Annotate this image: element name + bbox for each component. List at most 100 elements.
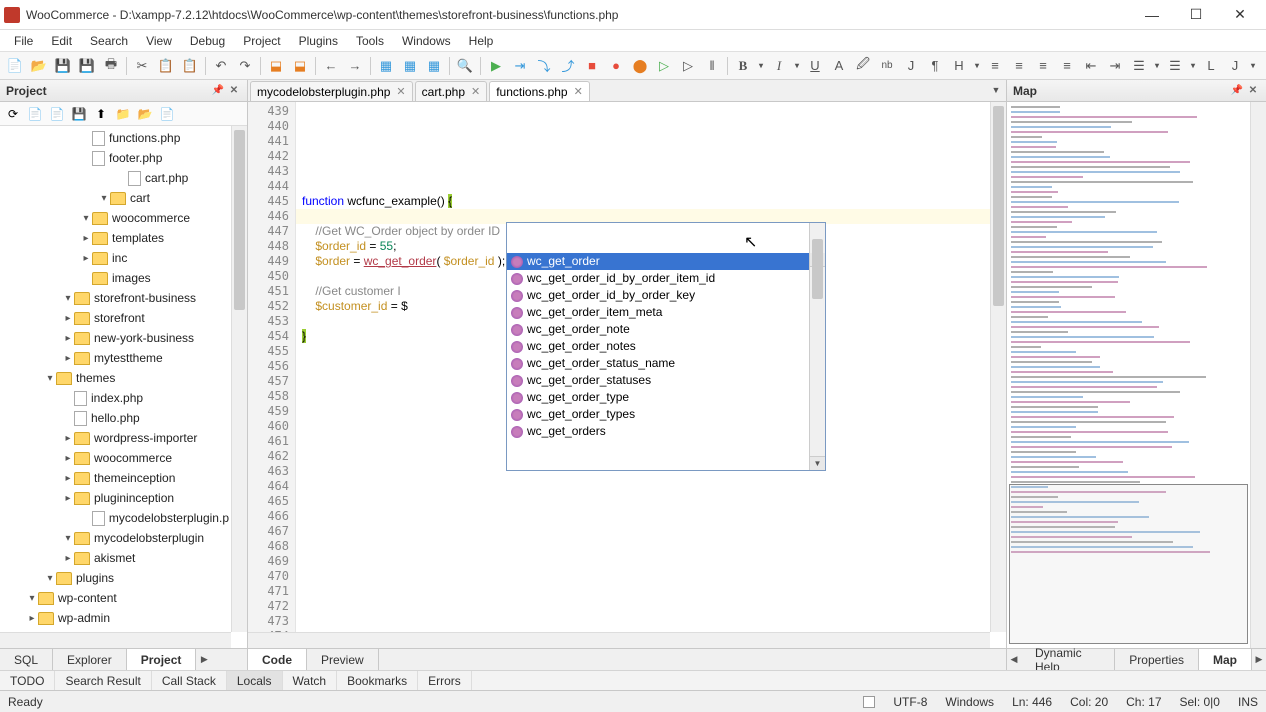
sec-tab-call-stack[interactable]: Call Stack bbox=[152, 671, 227, 690]
stop-icon[interactable]: ■ bbox=[581, 55, 603, 77]
tree-item[interactable]: ▾themes bbox=[0, 368, 247, 388]
menu-help[interactable]: Help bbox=[461, 32, 502, 50]
tree-item[interactable]: ▾mycodelobsterplugin bbox=[0, 528, 247, 548]
doc-icon[interactable]: 📄 bbox=[26, 105, 44, 123]
sec-tab-watch[interactable]: Watch bbox=[283, 671, 338, 690]
underline-icon[interactable]: U bbox=[804, 55, 826, 77]
expand-icon[interactable]: ▾ bbox=[62, 533, 74, 544]
autocomplete-item[interactable]: wc_get_order bbox=[507, 253, 825, 270]
tab-close-icon[interactable]: ✕ bbox=[396, 85, 405, 98]
bottom-tab-project[interactable]: Project bbox=[127, 649, 197, 670]
search-icon[interactable]: 🔍 bbox=[454, 55, 476, 77]
menu-view[interactable]: View bbox=[138, 32, 180, 50]
tree-item[interactable]: mycodelobsterplugin.p bbox=[0, 508, 247, 528]
align-right-icon[interactable]: ≡ bbox=[1032, 55, 1054, 77]
step-over-icon[interactable]: ⇥ bbox=[509, 55, 531, 77]
tree-item[interactable]: ▾woocommerce bbox=[0, 208, 247, 228]
expand-icon[interactable]: ▸ bbox=[26, 613, 38, 624]
expand-icon[interactable]: ▾ bbox=[98, 193, 110, 204]
expand-icon[interactable]: ▸ bbox=[62, 433, 74, 444]
tab-close-icon[interactable]: ✕ bbox=[574, 85, 583, 98]
ul-dd-icon[interactable]: ▾ bbox=[1152, 55, 1162, 77]
font-color-icon[interactable]: A bbox=[828, 55, 850, 77]
sec-tab-bookmarks[interactable]: Bookmarks bbox=[337, 671, 418, 690]
align-center-icon[interactable]: ≡ bbox=[1008, 55, 1030, 77]
forward-icon[interactable]: → bbox=[344, 55, 366, 77]
scroll-down-icon[interactable]: ▼ bbox=[810, 456, 825, 470]
autocomplete-item[interactable]: wc_get_order_types bbox=[507, 406, 825, 423]
code-area[interactable]: function wcfunc_example() { //Get WC_Ord… bbox=[296, 102, 1006, 648]
heading-dd-icon[interactable]: ▾ bbox=[972, 55, 982, 77]
redo-icon[interactable]: ↷ bbox=[234, 55, 256, 77]
j-icon[interactable]: J bbox=[900, 55, 922, 77]
justify-icon[interactable]: ≡ bbox=[1056, 55, 1078, 77]
save-all-icon[interactable]: 💾 bbox=[76, 55, 98, 77]
italic-dd-icon[interactable]: ▾ bbox=[792, 55, 802, 77]
bottom-tab-preview[interactable]: Preview bbox=[307, 649, 379, 670]
expand-icon[interactable]: ▸ bbox=[62, 473, 74, 484]
tabs-scroll-right-icon[interactable]: ▶ bbox=[196, 650, 212, 670]
tree-item[interactable]: ▸new-york-business bbox=[0, 328, 247, 348]
menu-file[interactable]: File bbox=[6, 32, 41, 50]
grid-icon[interactable]: ▦ bbox=[375, 55, 397, 77]
menu-windows[interactable]: Windows bbox=[394, 32, 459, 50]
pilcrow-icon[interactable]: ¶ bbox=[924, 55, 946, 77]
open-icon[interactable]: 📂 bbox=[28, 55, 50, 77]
pin-icon[interactable]: 📌 bbox=[211, 84, 225, 98]
save-icon[interactable]: 💾 bbox=[52, 55, 74, 77]
tree-item[interactable]: ▸mytesttheme bbox=[0, 348, 247, 368]
autocomplete-popup[interactable]: wc_get_orderwc_get_order_id_by_order_ite… bbox=[506, 222, 826, 471]
editor-tab[interactable]: mycodelobsterplugin.php✕ bbox=[250, 81, 413, 101]
autocomplete-scrollbar[interactable]: ▲ ▼ bbox=[809, 223, 825, 470]
autocomplete-item[interactable]: wc_get_order_id_by_order_item_id bbox=[507, 270, 825, 287]
autocomplete-item[interactable]: wc_get_order_notes bbox=[507, 338, 825, 355]
highlight-icon[interactable]: 🖉 bbox=[852, 55, 874, 77]
bottom-tab-code[interactable]: Code bbox=[248, 649, 307, 670]
expand-icon[interactable]: ▸ bbox=[62, 553, 74, 564]
expand-icon[interactable]: ▸ bbox=[62, 493, 74, 504]
refresh-icon[interactable]: ⟳ bbox=[4, 105, 22, 123]
expand-icon[interactable]: ▸ bbox=[80, 233, 92, 244]
tree-item[interactable]: cart.php bbox=[0, 168, 247, 188]
expand-icon[interactable]: ▾ bbox=[80, 213, 92, 224]
expand-icon[interactable]: ▾ bbox=[26, 593, 38, 604]
tabs-scroll-right-icon[interactable]: ▶ bbox=[1252, 650, 1266, 670]
tree-item[interactable]: ▾storefront-business bbox=[0, 288, 247, 308]
tab-close-icon[interactable]: ✕ bbox=[471, 85, 480, 98]
tree-item[interactable]: ▸wordpress-importer bbox=[0, 428, 247, 448]
autocomplete-item[interactable]: wc_get_order_type bbox=[507, 389, 825, 406]
ol-icon[interactable]: ☰ bbox=[1164, 55, 1186, 77]
pause-icon[interactable]: ‖ bbox=[701, 55, 723, 77]
expand-icon[interactable]: ▾ bbox=[62, 293, 74, 304]
expand-icon[interactable]: ▸ bbox=[62, 353, 74, 364]
menu-debug[interactable]: Debug bbox=[182, 32, 233, 50]
tree-item[interactable]: ▸storefront bbox=[0, 308, 247, 328]
format-nb-icon[interactable]: nb bbox=[876, 55, 898, 77]
expand-icon[interactable]: ▾ bbox=[44, 573, 56, 584]
disk-icon[interactable]: 💾 bbox=[70, 105, 88, 123]
sec-tab-errors[interactable]: Errors bbox=[418, 671, 472, 690]
continue2-icon[interactable]: ▷ bbox=[677, 55, 699, 77]
breakpoint-icon[interactable]: ● bbox=[605, 55, 627, 77]
cut-icon[interactable]: ✂ bbox=[131, 55, 153, 77]
expand-icon[interactable]: ▸ bbox=[62, 453, 74, 464]
maximize-button[interactable]: ☐ bbox=[1174, 1, 1218, 29]
j2-icon[interactable]: J bbox=[1224, 55, 1246, 77]
status-checkbox[interactable] bbox=[863, 696, 875, 708]
tree-item[interactable]: ▸templates bbox=[0, 228, 247, 248]
settings-icon[interactable]: 📄 bbox=[158, 105, 176, 123]
step-out-icon[interactable]: ⤴ bbox=[557, 55, 579, 77]
autocomplete-item[interactable]: wc_get_order_note bbox=[507, 321, 825, 338]
tree-item[interactable]: ▸akismet bbox=[0, 548, 247, 568]
bottom-tab-map[interactable]: Map bbox=[1199, 649, 1252, 670]
minimap-viewport[interactable] bbox=[1009, 484, 1248, 644]
undo-icon[interactable]: ↶ bbox=[210, 55, 232, 77]
tree-item[interactable]: ▾wp-content bbox=[0, 588, 247, 608]
tree-item[interactable]: ▸woocommerce bbox=[0, 448, 247, 468]
bookmark-icon[interactable]: ⬓ bbox=[265, 55, 287, 77]
tree-item[interactable]: functions.php bbox=[0, 128, 247, 148]
bottom-tab-sql[interactable]: SQL bbox=[0, 649, 53, 670]
panel-close-icon[interactable]: ✕ bbox=[1246, 84, 1260, 98]
editor-tab[interactable]: cart.php✕ bbox=[415, 81, 488, 101]
j2-dd-icon[interactable]: ▾ bbox=[1248, 55, 1258, 77]
